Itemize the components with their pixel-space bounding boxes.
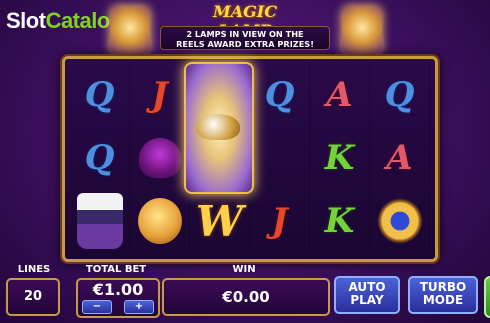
symbol-q: Q — [384, 74, 415, 115]
bet-increase-button[interactable]: + — [124, 300, 154, 314]
turbo-mode-button[interactable]: TURBO MODE — [408, 276, 478, 314]
reel-cell — [250, 126, 310, 190]
feature-banner: 2 LAMPS IN VIEW ON THE REELS AWARD EXTRA… — [160, 26, 330, 50]
reel-cell: Q — [370, 63, 430, 127]
turbo-mode-line-2: MODE — [422, 293, 464, 307]
magic-lamp-icon — [196, 114, 240, 140]
banner-line-1: 2 LAMPS IN VIEW ON THE — [186, 29, 304, 39]
symbol-q: Q — [84, 137, 115, 178]
symbol-j: J — [151, 74, 168, 115]
slotcatalog-watermark: SlotCatalogcom — [6, 6, 148, 34]
game-logo: MAGIC LAMP — [212, 2, 277, 40]
treasure-pot-icon — [137, 198, 182, 245]
win-panel: €0.00 — [162, 278, 330, 316]
symbol-q: Q — [264, 74, 295, 115]
magic-ring-icon — [376, 198, 423, 245]
lines-panel: 20 — [6, 278, 60, 316]
watermark-part-slot: Slot — [6, 8, 46, 33]
spin-button[interactable] — [484, 276, 490, 318]
reel-cell — [370, 189, 430, 253]
symbol-k: K — [324, 137, 355, 178]
magic-hat-icon — [138, 137, 181, 178]
banner-lamp-right-icon — [342, 6, 382, 54]
symbol-a: A — [326, 74, 353, 115]
reel-cell — [70, 189, 130, 253]
reel-cell: K — [310, 189, 370, 253]
reel-cell: Q — [70, 126, 130, 190]
banner-line-2: REELS AWARD EXTRA PRIZES! — [176, 39, 314, 49]
reel-cell: W — [190, 189, 250, 253]
reel-cell: A — [310, 63, 370, 127]
auto-play-button[interactable]: AUTO PLAY — [334, 276, 400, 314]
win-value: €0.00 — [222, 288, 270, 306]
symbol-wild-w: W — [195, 196, 244, 246]
lines-label: LINES — [17, 264, 51, 275]
symbol-a: A — [386, 137, 413, 178]
reel-cell: A — [370, 126, 430, 190]
total-bet-value: €1.00 — [92, 280, 144, 299]
wild-lamp-expanded-symbol — [184, 62, 254, 194]
symbol-k: K — [324, 201, 355, 242]
lines-value: 20 — [23, 289, 43, 304]
total-bet-label: TOTAL BET — [85, 264, 147, 275]
win-label: WIN — [232, 264, 256, 275]
reel-cell: J — [250, 189, 310, 253]
reel-cell: K — [310, 126, 370, 190]
symbol-q: Q — [84, 74, 115, 115]
symbol-j: J — [271, 201, 288, 242]
reel-cell: Q — [250, 63, 310, 127]
reel-cell: J — [130, 63, 190, 127]
bet-decrease-button[interactable]: − — [82, 300, 112, 314]
genie-icon — [76, 193, 123, 250]
auto-play-line-2: PLAY — [350, 293, 384, 307]
reel-cell — [130, 189, 190, 253]
reel-cell — [130, 126, 190, 190]
reel-cell: Q — [70, 63, 130, 127]
banner-lamp-left-icon — [110, 6, 150, 54]
